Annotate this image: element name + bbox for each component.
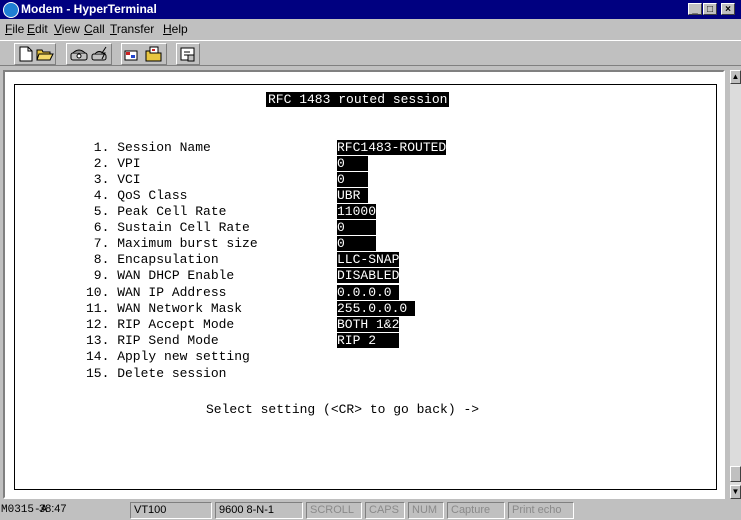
menu-call[interactable]: Call bbox=[84, 22, 105, 36]
option-label: 15. Delete session bbox=[86, 366, 227, 381]
option-value: 0 bbox=[337, 156, 369, 171]
menu-help[interactable]: Help bbox=[163, 22, 188, 36]
menu-file[interactable]: File bbox=[5, 22, 24, 36]
receive-icon[interactable] bbox=[143, 44, 165, 64]
option-value: 0 bbox=[337, 220, 377, 235]
option-label: 4. QoS Class bbox=[86, 188, 188, 203]
status-bar: M0315-A 38:47 VT100 9600 8-N-1 SCROLL CA… bbox=[0, 501, 741, 520]
scroll-up-button[interactable]: ▲ bbox=[730, 70, 741, 84]
disconnect-icon[interactable] bbox=[89, 44, 111, 64]
window-title: Modem - HyperTerminal bbox=[21, 2, 157, 16]
scroll-indicator: SCROLL bbox=[306, 502, 362, 519]
caps-indicator: CAPS bbox=[365, 502, 405, 519]
option-label: 3. VCI bbox=[86, 172, 141, 187]
menu-bar: File Edit View Call Transfer Help bbox=[0, 19, 741, 38]
vertical-scrollbar[interactable]: ▲ ▼ bbox=[730, 70, 741, 499]
scrollbar-thumb[interactable] bbox=[730, 466, 741, 482]
option-value: 0 bbox=[337, 236, 377, 251]
option-label: 11. WAN Network Mask bbox=[86, 301, 243, 316]
title-bar[interactable]: Modem - HyperTerminal _ □ × bbox=[0, 0, 741, 19]
option-value: 0.0.0.0 bbox=[337, 285, 400, 300]
option-label: 12. RIP Accept Mode bbox=[86, 317, 235, 332]
option-value: UBR bbox=[337, 188, 369, 203]
option-value: BOTH 1&2 bbox=[337, 317, 400, 332]
scroll-down-button[interactable]: ▼ bbox=[730, 485, 741, 499]
port-settings: 9600 8-N-1 bbox=[215, 502, 303, 519]
select-prompt: Select setting (<CR> to go back) -> bbox=[206, 402, 480, 417]
minimize-button[interactable]: _ bbox=[688, 3, 702, 15]
menu-transfer[interactable]: Transfer bbox=[110, 22, 154, 36]
option-value: RIP 2 bbox=[337, 333, 400, 348]
toolbar bbox=[0, 40, 741, 66]
option-value: 11000 bbox=[337, 204, 377, 219]
option-label: 14. Apply new setting bbox=[86, 349, 250, 364]
properties-icon[interactable] bbox=[177, 44, 199, 64]
option-label: 2. VPI bbox=[86, 156, 141, 171]
option-label: 9. WAN DHCP Enable bbox=[86, 268, 235, 283]
menu-edit[interactable]: Edit bbox=[27, 22, 48, 36]
send-icon[interactable] bbox=[122, 44, 144, 64]
connect-icon[interactable] bbox=[68, 44, 90, 64]
option-label: 8. Encapsulation bbox=[86, 252, 219, 267]
option-value: DISABLED bbox=[337, 268, 400, 283]
connection-time: 38:47 bbox=[39, 503, 67, 515]
maximize-button[interactable]: □ bbox=[703, 3, 717, 15]
option-value: RFC1483-ROUTED bbox=[337, 140, 447, 155]
option-label: 13. RIP Send Mode bbox=[86, 333, 219, 348]
option-label: 5. Peak Cell Rate bbox=[86, 204, 227, 219]
option-label: 10. WAN IP Address bbox=[86, 285, 227, 300]
open-icon[interactable] bbox=[34, 44, 56, 64]
emulation-type: VT100 bbox=[130, 502, 212, 519]
option-label: 6. Sustain Cell Rate bbox=[86, 220, 250, 235]
option-label: 7. Maximum burst size bbox=[86, 236, 258, 251]
option-value: 0 bbox=[337, 172, 369, 187]
menu-view[interactable]: View bbox=[54, 22, 80, 36]
option-label: 1. Session Name bbox=[86, 140, 211, 155]
option-value: LLC-SNAP bbox=[337, 252, 400, 267]
num-indicator: NUM bbox=[408, 502, 444, 519]
capture-indicator: Capture bbox=[447, 502, 505, 519]
print-echo-indicator: Print echo bbox=[508, 502, 574, 519]
hyperterminal-app-icon[interactable] bbox=[3, 2, 19, 18]
close-button[interactable]: × bbox=[721, 3, 735, 15]
screen-title: RFC 1483 routed session bbox=[266, 92, 450, 107]
option-value: 255.0.0.0 bbox=[337, 301, 416, 316]
